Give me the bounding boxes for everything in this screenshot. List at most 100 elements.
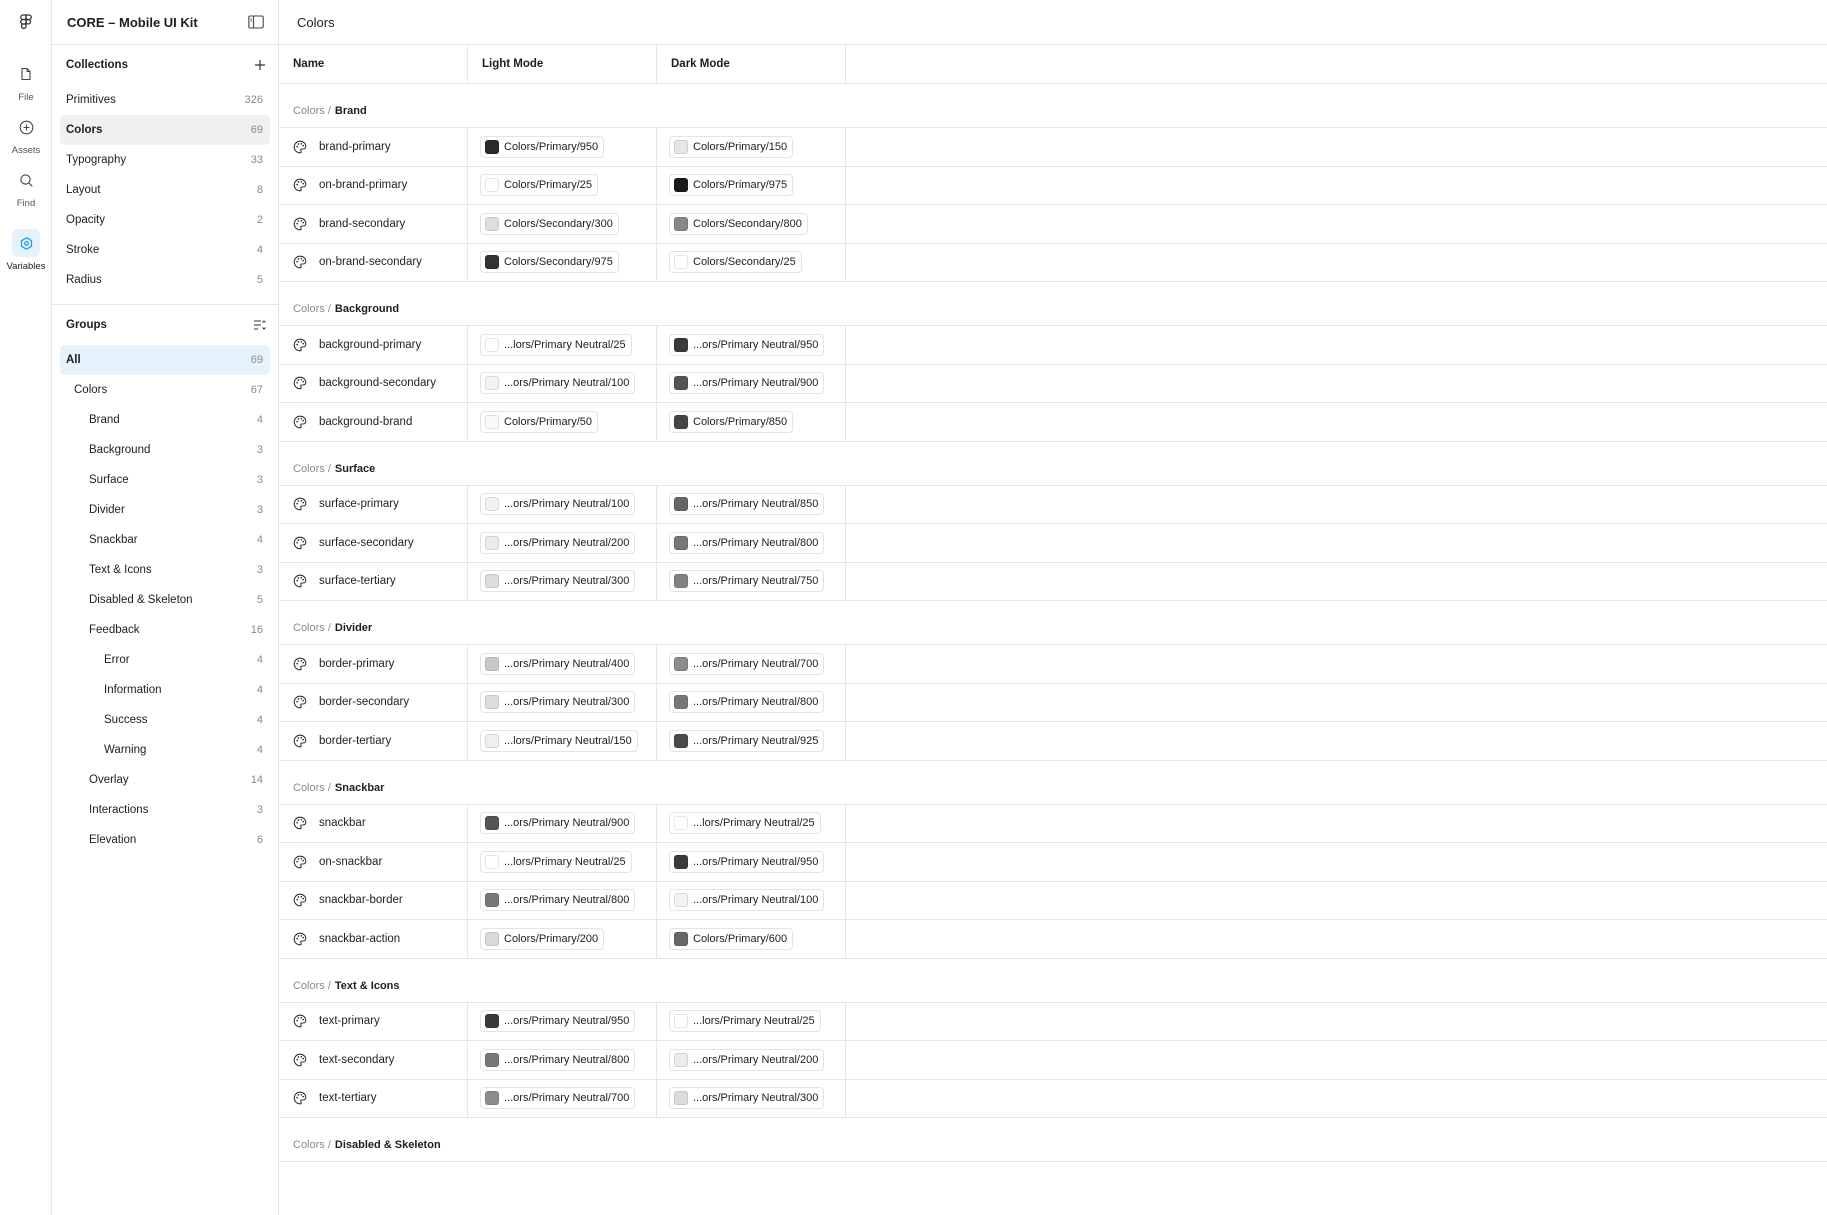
dark-mode-cell[interactable]: Colors/Primary/150 [657, 128, 846, 166]
variable-name-cell[interactable]: snackbar-border [279, 881, 468, 919]
alias-chip[interactable]: ...ors/Primary Neutral/925 [669, 729, 825, 752]
group-background[interactable]: Background 3 [60, 435, 270, 465]
variable-row[interactable]: surface-primary ...ors/Primary Neutral/10… [279, 485, 1827, 524]
light-mode-cell[interactable]: ...ors/Primary Neutral/200 [468, 524, 657, 562]
variable-name-cell[interactable]: brand-primary [279, 128, 468, 166]
light-mode-cell[interactable]: ...lors/Primary Neutral/25 [468, 843, 657, 881]
group-overlay[interactable]: Overlay 14 [60, 765, 270, 795]
variable-row[interactable]: on-brand-primary Colors/Primary/25 Colors/… [279, 166, 1827, 205]
alias-chip[interactable]: Colors/Primary/150 [669, 135, 794, 158]
variable-name-cell[interactable]: border-primary [279, 645, 468, 683]
alias-chip[interactable]: ...ors/Primary Neutral/100 [669, 889, 825, 912]
alias-chip[interactable]: ...ors/Primary Neutral/200 [669, 1048, 825, 1071]
column-header-light-mode[interactable]: Light Mode [468, 45, 657, 83]
light-mode-cell[interactable]: Colors/Secondary/300 [468, 205, 657, 243]
collection-opacity[interactable]: Opacity 2 [60, 205, 270, 235]
alias-chip[interactable]: Colors/Secondary/25 [669, 251, 802, 274]
light-mode-cell[interactable]: ...ors/Primary Neutral/950 [468, 1002, 657, 1040]
figma-logo-icon[interactable] [17, 13, 35, 31]
column-header-name[interactable]: Name [279, 45, 468, 83]
alias-chip[interactable]: ...ors/Primary Neutral/900 [480, 812, 636, 835]
light-mode-cell[interactable]: ...ors/Primary Neutral/900 [468, 804, 657, 842]
alias-chip[interactable]: ...ors/Primary Neutral/850 [669, 493, 825, 516]
variable-row[interactable]: background-primary ...lors/Primary Neutra… [279, 326, 1827, 365]
alias-chip[interactable]: ...lors/Primary Neutral/25 [669, 1010, 821, 1033]
alias-chip[interactable]: ...ors/Primary Neutral/950 [669, 850, 825, 873]
group-disabled-skeleton[interactable]: Disabled & Skeleton 5 [60, 585, 270, 615]
group-information[interactable]: Information 4 [60, 675, 270, 705]
variable-row[interactable]: snackbar-action Colors/Primary/200 Colors/… [279, 920, 1827, 959]
alias-chip[interactable]: ...ors/Primary Neutral/700 [669, 652, 825, 675]
variable-row[interactable]: text-secondary ...ors/Primary Neutral/800… [279, 1041, 1827, 1080]
light-mode-cell[interactable]: Colors/Primary/200 [468, 920, 657, 958]
collection-radius[interactable]: Radius 5 [60, 265, 270, 295]
alias-chip[interactable]: ...ors/Primary Neutral/300 [480, 691, 636, 714]
variable-name-cell[interactable]: text-primary [279, 1002, 468, 1040]
variable-name-cell[interactable]: surface-tertiary [279, 562, 468, 600]
variable-name-cell[interactable]: background-secondary [279, 364, 468, 402]
dark-mode-cell[interactable]: ...lors/Primary Neutral/25 [657, 804, 846, 842]
variable-row[interactable]: background-secondary ...ors/Primary Neutr… [279, 364, 1827, 403]
dark-mode-cell[interactable]: ...ors/Primary Neutral/850 [657, 485, 846, 523]
add-collection-icon[interactable] [254, 59, 266, 71]
alias-chip[interactable]: Colors/Primary/25 [480, 174, 599, 197]
alias-chip[interactable]: Colors/Primary/975 [669, 174, 794, 197]
variable-row[interactable]: background-brand Colors/Primary/50 Colors/… [279, 403, 1827, 442]
alias-chip[interactable]: Colors/Primary/50 [480, 410, 599, 433]
light-mode-cell[interactable]: ...ors/Primary Neutral/100 [468, 364, 657, 402]
dark-mode-cell[interactable]: Colors/Secondary/800 [657, 205, 846, 243]
collection-stroke[interactable]: Stroke 4 [60, 235, 270, 265]
alias-chip[interactable]: ...ors/Primary Neutral/400 [480, 652, 636, 675]
group-divider[interactable]: Divider 3 [60, 495, 270, 525]
variable-row[interactable]: brand-primary Colors/Primary/950 Colors/Pr… [279, 128, 1827, 167]
dark-mode-cell[interactable]: Colors/Primary/600 [657, 920, 846, 958]
variable-row[interactable]: surface-tertiary ...ors/Primary Neutral/3… [279, 562, 1827, 601]
alias-chip[interactable]: ...ors/Primary Neutral/900 [669, 372, 825, 395]
alias-chip[interactable]: ...ors/Primary Neutral/800 [669, 531, 825, 554]
group-interactions[interactable]: Interactions 3 [60, 795, 270, 825]
group-feedback[interactable]: Feedback 16 [60, 615, 270, 645]
dark-mode-cell[interactable]: ...ors/Primary Neutral/700 [657, 645, 846, 683]
rail-variables[interactable]: Variables [0, 229, 52, 272]
alias-chip[interactable]: ...ors/Primary Neutral/950 [480, 1010, 636, 1033]
variable-name-cell[interactable]: text-tertiary [279, 1079, 468, 1117]
alias-chip[interactable]: ...lors/Primary Neutral/25 [669, 812, 821, 835]
variable-row[interactable]: snackbar ...ors/Primary Neutral/900 ...lor… [279, 804, 1827, 843]
collection-typography[interactable]: Typography 33 [60, 145, 270, 175]
variable-name-cell[interactable]: on-brand-primary [279, 166, 468, 204]
alias-chip[interactable]: Colors/Primary/600 [669, 927, 794, 950]
variable-row[interactable]: text-tertiary ...ors/Primary Neutral/700.… [279, 1079, 1827, 1118]
dark-mode-cell[interactable]: ...ors/Primary Neutral/750 [657, 562, 846, 600]
alias-chip[interactable]: ...ors/Primary Neutral/800 [669, 691, 825, 714]
alias-chip[interactable]: ...ors/Primary Neutral/950 [669, 333, 825, 356]
alias-chip[interactable]: ...lors/Primary Neutral/150 [480, 729, 638, 752]
dark-mode-cell[interactable]: Colors/Secondary/25 [657, 243, 846, 281]
light-mode-cell[interactable]: ...ors/Primary Neutral/700 [468, 1079, 657, 1117]
variable-row[interactable]: surface-secondary ...ors/Primary Neutral/… [279, 524, 1827, 563]
variable-row[interactable]: border-secondary ...ors/Primary Neutral/3… [279, 683, 1827, 722]
group-options-icon[interactable] [253, 319, 266, 331]
variable-name-cell[interactable]: background-primary [279, 326, 468, 364]
dark-mode-cell[interactable]: ...lors/Primary Neutral/25 [657, 1002, 846, 1040]
alias-chip[interactable]: Colors/Primary/850 [669, 410, 794, 433]
alias-chip[interactable]: Colors/Secondary/300 [480, 212, 619, 235]
collection-layout[interactable]: Layout 8 [60, 175, 270, 205]
variable-name-cell[interactable]: text-secondary [279, 1041, 468, 1079]
dark-mode-cell[interactable]: ...ors/Primary Neutral/925 [657, 722, 846, 760]
group-text-icons[interactable]: Text & Icons 3 [60, 555, 270, 585]
variable-name-cell[interactable]: on-snackbar [279, 843, 468, 881]
variable-row[interactable]: snackbar-border ...ors/Primary Neutral/80… [279, 881, 1827, 920]
variable-name-cell[interactable]: on-brand-secondary [279, 243, 468, 281]
light-mode-cell[interactable]: Colors/Secondary/975 [468, 243, 657, 281]
light-mode-cell[interactable]: ...lors/Primary Neutral/150 [468, 722, 657, 760]
variable-row[interactable]: on-snackbar ...lors/Primary Neutral/25...… [279, 843, 1827, 882]
light-mode-cell[interactable]: ...lors/Primary Neutral/25 [468, 326, 657, 364]
dark-mode-cell[interactable]: ...ors/Primary Neutral/800 [657, 683, 846, 721]
rail-find[interactable]: Find [0, 166, 52, 209]
alias-chip[interactable]: ...ors/Primary Neutral/300 [480, 570, 636, 593]
light-mode-cell[interactable]: ...ors/Primary Neutral/300 [468, 562, 657, 600]
group-warning[interactable]: Warning 4 [60, 735, 270, 765]
variable-name-cell[interactable]: snackbar [279, 804, 468, 842]
variable-name-cell[interactable]: surface-primary [279, 485, 468, 523]
group-brand[interactable]: Brand 4 [60, 405, 270, 435]
